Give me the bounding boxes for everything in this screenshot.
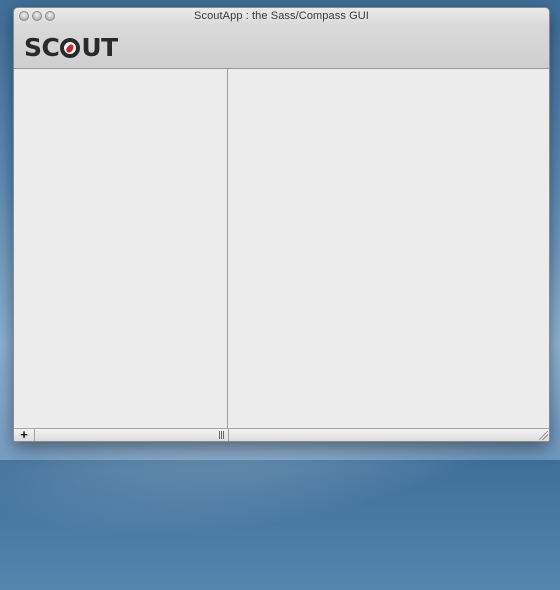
split-resize-grip-icon[interactable] — [219, 431, 225, 439]
window-titlebar[interactable]: ScoutApp : the Sass/Compass GUI SC UT — [14, 8, 549, 69]
window-title: ScoutApp : the Sass/Compass GUI — [194, 10, 369, 22]
project-detail-pane — [228, 69, 549, 429]
scout-compass-icon — [60, 38, 81, 58]
project-list-pane[interactable] — [14, 69, 228, 429]
add-project-button[interactable]: + — [14, 427, 35, 442]
left-pane-footer — [35, 429, 229, 441]
window-resize-grip-icon[interactable] — [539, 431, 548, 440]
app-window: ScoutApp : the Sass/Compass GUI SC UT + — [13, 7, 550, 442]
logo-text-start: SC — [24, 32, 60, 62]
scout-logo: SC UT — [24, 32, 118, 62]
bottom-toolbar: + — [14, 428, 549, 441]
logo-text-end: UT — [81, 32, 118, 62]
split-view — [14, 69, 549, 429]
plus-icon: + — [20, 427, 28, 442]
